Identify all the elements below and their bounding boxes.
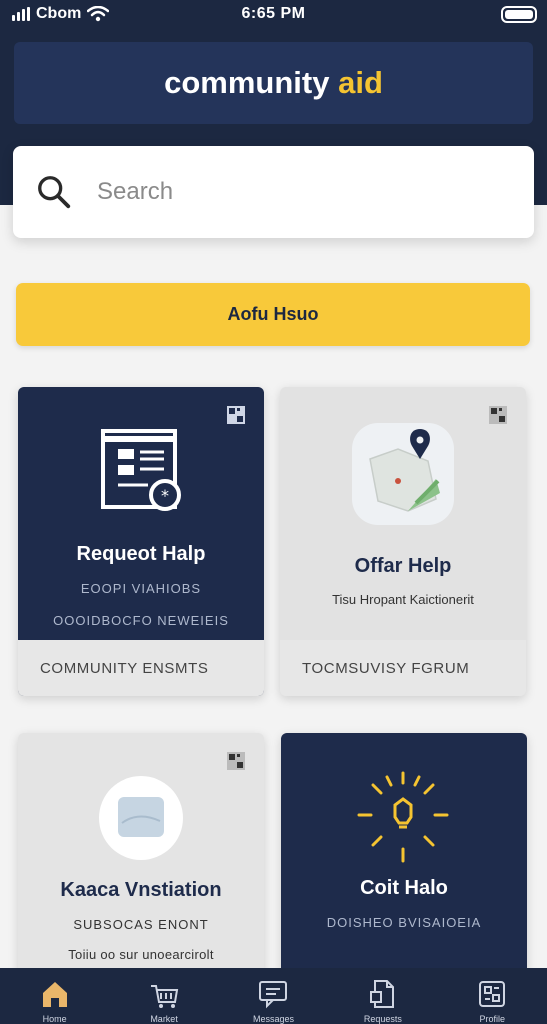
card-subtitle: Tisu Hropant Kaictionerit xyxy=(332,592,474,607)
svg-text:*: * xyxy=(161,486,169,505)
document-icon xyxy=(369,980,394,1008)
home-icon xyxy=(42,982,67,1007)
search-input[interactable] xyxy=(97,178,497,206)
qr-corner-icon xyxy=(227,406,245,424)
globe-circle-icon xyxy=(99,776,183,860)
app-title: community aid xyxy=(164,65,383,101)
card-footer: COMMUNITY ENSMTS xyxy=(18,640,264,696)
nav-item-home[interactable]: Home xyxy=(15,978,95,1024)
settings-icon xyxy=(479,981,506,1007)
nav-item-requests[interactable]: Requests xyxy=(343,978,423,1024)
nav-label: Market xyxy=(150,1014,178,1024)
card-subtitle: DOISHEO BVISAIOEIA xyxy=(326,915,482,930)
app-title-main: community xyxy=(164,65,330,100)
card-title: Offar Help xyxy=(354,555,452,577)
primary-action-button[interactable]: Aofu Hsuo xyxy=(16,283,530,346)
qr-corner-icon xyxy=(489,406,507,424)
card-subtitle: SUBSOCAS ENONT xyxy=(73,917,209,932)
card-footer: TOCMSUVISY FGRUM xyxy=(280,640,526,696)
card-request-help[interactable]: * Requeot Halp EOOPI VIAHIOBS OOOIDBOCFO… xyxy=(18,387,264,696)
lightbulb-rays-icon xyxy=(357,771,449,863)
chat-icon xyxy=(259,981,288,1009)
card-subtitle: EOOPI VIAHIOBS xyxy=(80,581,202,596)
bottom-nav: Home Market Messages Requests Profile xyxy=(0,968,547,1024)
nav-item-market[interactable]: Market xyxy=(124,978,204,1024)
nav-item-profile[interactable]: Profile xyxy=(452,978,532,1024)
battery-icon xyxy=(501,6,537,23)
nav-item-messages[interactable]: Messages xyxy=(233,978,313,1024)
form-list-icon: * xyxy=(101,429,181,511)
search-bar[interactable] xyxy=(13,146,534,238)
app-title-accent: aid xyxy=(338,65,383,100)
status-bar: Cbom 6:65 PM xyxy=(0,0,547,32)
map-pin-icon xyxy=(352,423,454,525)
app-title-bar: community aid xyxy=(14,42,533,124)
card-offer-help[interactable]: Offar Help Tisu Hropant Kaictionerit TOC… xyxy=(280,387,526,696)
card-title: Coit Halo xyxy=(360,877,448,899)
nav-label: Home xyxy=(42,1014,67,1024)
card-title: Kaaca Vnstiation xyxy=(60,879,222,901)
card-volunteer[interactable]: Kaaca Vnstiation SUBSOCAS ENONT Toiiu oo… xyxy=(18,733,264,983)
card-title: Requeot Halp xyxy=(76,543,206,565)
card-call-help[interactable]: Coit Halo DOISHEO BVISAIOEIA xyxy=(281,733,527,983)
card-description: OOOIDBOCFO NEWEIEIS xyxy=(53,613,229,628)
nav-label: Requests xyxy=(363,1014,402,1024)
status-time: 6:65 PM xyxy=(241,5,306,22)
card-description: Toiiu oo sur unoearcirolt xyxy=(68,947,214,962)
basket-icon xyxy=(151,985,179,1008)
search-icon xyxy=(38,176,71,209)
qr-corner-icon xyxy=(227,752,245,770)
nav-label: Messages xyxy=(252,1014,294,1024)
nav-label: Profile xyxy=(479,1014,505,1024)
